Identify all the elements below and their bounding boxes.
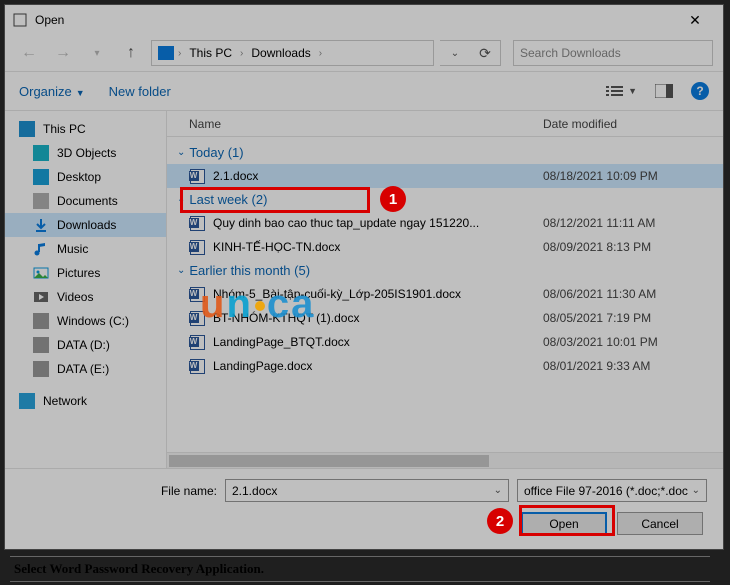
sidebar-item-drive-d[interactable]: DATA (D:) bbox=[5, 333, 166, 357]
breadcrumb-root[interactable]: This PC bbox=[185, 46, 236, 60]
download-icon bbox=[33, 217, 49, 233]
pictures-icon bbox=[33, 265, 49, 281]
horizontal-scrollbar[interactable] bbox=[167, 452, 723, 468]
help-icon[interactable]: ? bbox=[691, 82, 709, 100]
titlebar: Open ✕ bbox=[5, 5, 723, 35]
nav-row: ← → ▾ ↑ › This PC › Downloads › ⌄ ⟳ Sear… bbox=[5, 35, 723, 71]
sidebar-item-pictures[interactable]: Pictures bbox=[5, 261, 166, 285]
chevron-down-icon: ⌄ bbox=[494, 485, 502, 496]
chevron-right-icon: › bbox=[319, 48, 322, 59]
refresh-icon[interactable]: ⟳ bbox=[470, 45, 500, 62]
sidebar: This PC 3D Objects Desktop Documents Dow… bbox=[5, 111, 167, 468]
organize-button[interactable]: Organize▼ bbox=[19, 84, 85, 99]
nav-recent-icon[interactable]: ▾ bbox=[83, 39, 111, 67]
word-doc-icon bbox=[189, 310, 205, 326]
column-date[interactable]: Date modified bbox=[543, 117, 723, 131]
file-row[interactable]: Nhóm-5_Bài-tập-cuối-kỳ_Lớp-205IS1901.doc… bbox=[167, 282, 723, 306]
chevron-down-icon: ⌄ bbox=[177, 194, 185, 205]
chevron-down-icon: ▼ bbox=[76, 88, 85, 98]
cancel-button[interactable]: Cancel bbox=[617, 512, 703, 535]
videos-icon bbox=[33, 289, 49, 305]
addr-dropdown-icon[interactable]: ⌄ bbox=[440, 48, 470, 59]
button-row: Open Cancel bbox=[21, 512, 707, 535]
open-dialog: Open ✕ ← → ▾ ↑ › This PC › Downloads › ⌄… bbox=[4, 4, 724, 550]
nav-back-icon[interactable]: ← bbox=[15, 39, 43, 67]
word-doc-icon bbox=[189, 286, 205, 302]
sidebar-item-desktop[interactable]: Desktop bbox=[5, 165, 166, 189]
word-doc-icon bbox=[189, 334, 205, 350]
file-row[interactable]: 2.1.docx 08/18/2021 10:09 PM bbox=[167, 164, 723, 188]
chevron-down-icon: ⌄ bbox=[177, 265, 185, 276]
nav-forward-icon[interactable]: → bbox=[49, 39, 77, 67]
word-doc-icon bbox=[189, 168, 205, 184]
sidebar-item-videos[interactable]: Videos bbox=[5, 285, 166, 309]
file-list: ⌄Today (1) 2.1.docx 08/18/2021 10:09 PM … bbox=[167, 137, 723, 452]
column-name[interactable]: Name bbox=[189, 117, 543, 131]
address-tools: ⌄ ⟳ bbox=[440, 40, 501, 66]
sidebar-item-this-pc[interactable]: This PC bbox=[5, 117, 166, 141]
sidebar-item-drive-e[interactable]: DATA (E:) bbox=[5, 357, 166, 381]
group-today[interactable]: ⌄Today (1) bbox=[167, 141, 723, 164]
sidebar-item-music[interactable]: Music bbox=[5, 237, 166, 261]
search-placeholder: Search Downloads bbox=[520, 46, 621, 60]
word-doc-icon bbox=[189, 239, 205, 255]
window-title: Open bbox=[35, 13, 675, 27]
dialog-icon bbox=[13, 13, 27, 27]
nav-up-icon[interactable]: ↑ bbox=[117, 39, 145, 67]
chevron-down-icon: ⌄ bbox=[692, 485, 700, 496]
toolbar: Organize▼ New folder ▼ ? bbox=[5, 71, 723, 111]
word-doc-icon bbox=[189, 358, 205, 374]
music-icon bbox=[33, 241, 49, 257]
open-button[interactable]: Open bbox=[521, 512, 607, 535]
chevron-down-icon: ▼ bbox=[628, 86, 637, 96]
chevron-right-icon: › bbox=[178, 48, 181, 59]
caption-text: Select Word Password Recovery Applicatio… bbox=[10, 556, 710, 582]
file-row[interactable]: BT-NHÓM-KTHQT (1).docx 08/05/2021 7:19 P… bbox=[167, 306, 723, 330]
sidebar-item-documents[interactable]: Documents bbox=[5, 189, 166, 213]
file-row[interactable]: Quy dinh bao cao thuc tap_update ngay 15… bbox=[167, 211, 723, 235]
group-lastweek[interactable]: ⌄Last week (2) bbox=[167, 188, 723, 211]
sidebar-item-network[interactable]: Network bbox=[5, 389, 166, 413]
chevron-down-icon: ⌄ bbox=[177, 147, 185, 158]
new-folder-button[interactable]: New folder bbox=[109, 84, 171, 99]
file-type-filter[interactable]: office File 97-2016 (*.doc;*.doc ⌄ bbox=[517, 479, 707, 502]
dialog-body: This PC 3D Objects Desktop Documents Dow… bbox=[5, 111, 723, 468]
filename-row: File name: 2.1.docx ⌄ office File 97-201… bbox=[21, 479, 707, 502]
file-row[interactable]: LandingPage.docx 08/01/2021 9:33 AM bbox=[167, 354, 723, 378]
pc-icon bbox=[158, 46, 174, 60]
breadcrumb-folder[interactable]: Downloads bbox=[247, 46, 314, 60]
sidebar-item-drive-c[interactable]: Windows (C:) bbox=[5, 309, 166, 333]
column-headers: Name Date modified bbox=[167, 111, 723, 137]
file-list-area: Name Date modified ⌄Today (1) 2.1.docx 0… bbox=[167, 111, 723, 468]
filename-label: File name: bbox=[21, 484, 217, 498]
sidebar-item-downloads[interactable]: Downloads bbox=[5, 213, 166, 237]
file-row[interactable]: LandingPage_BTQT.docx 08/03/2021 10:01 P… bbox=[167, 330, 723, 354]
group-earlier[interactable]: ⌄Earlier this month (5) bbox=[167, 259, 723, 282]
bottom-panel: File name: 2.1.docx ⌄ office File 97-201… bbox=[5, 468, 723, 549]
word-doc-icon bbox=[189, 215, 205, 231]
search-input[interactable]: Search Downloads bbox=[513, 40, 713, 66]
view-mode-icon[interactable]: ▼ bbox=[606, 84, 637, 98]
close-icon[interactable]: ✕ bbox=[675, 12, 715, 29]
file-row[interactable]: KINH-TẾ-HỌC-TN.docx 08/09/2021 8:13 PM bbox=[167, 235, 723, 259]
chevron-right-icon: › bbox=[240, 48, 243, 59]
preview-pane-icon[interactable] bbox=[655, 84, 673, 98]
view-buttons: ▼ ? bbox=[606, 82, 709, 100]
filename-input[interactable]: 2.1.docx ⌄ bbox=[225, 479, 509, 502]
address-bar[interactable]: › This PC › Downloads › bbox=[151, 40, 434, 66]
sidebar-item-3d-objects[interactable]: 3D Objects bbox=[5, 141, 166, 165]
